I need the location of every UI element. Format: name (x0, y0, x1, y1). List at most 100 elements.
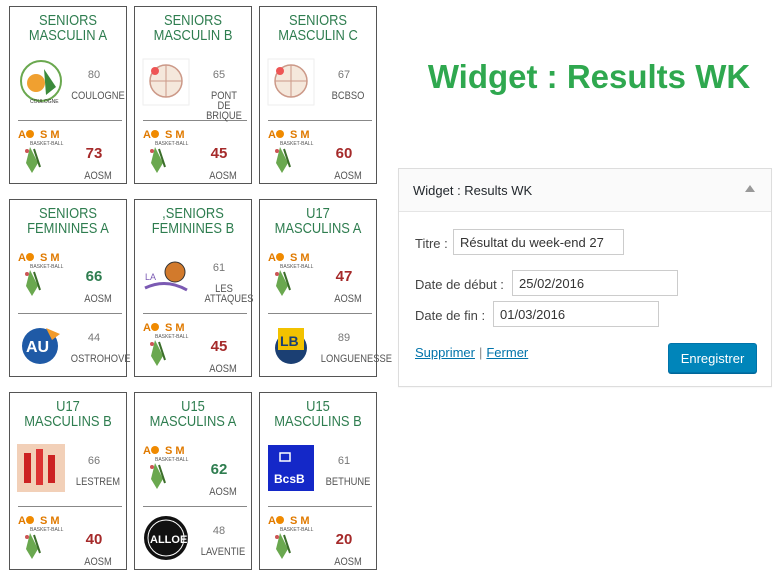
svg-text:S M: S M (40, 129, 60, 141)
svg-text:S M: S M (290, 129, 310, 141)
team-name: AOSM (209, 486, 237, 498)
team-row: A S M BASKET-BALL 45 AOSM (135, 127, 251, 187)
longuenesse-logo-icon: LB (266, 320, 316, 370)
card-title: SENIORS MASCULIN C (278, 12, 358, 44)
svg-text:S M: S M (165, 445, 185, 457)
result-card: SENIORS FEMININES A A S M BASKET-BALL 66 AOSM… (9, 199, 131, 380)
widget-header[interactable]: Widget : Results WK (399, 169, 771, 212)
card-title: U17 MASCULINS A (274, 205, 362, 237)
svg-text:A: A (268, 515, 276, 527)
card-separator (268, 120, 372, 121)
team-name: OSTROHOVE (70, 353, 131, 365)
team-score: 45 (210, 338, 228, 355)
start-date-input[interactable]: 25/02/2016 (512, 270, 678, 296)
close-link[interactable]: Fermer (486, 345, 528, 360)
page-title: Widget : Results WK (427, 58, 751, 95)
save-button[interactable]: Enregistrer (668, 343, 757, 373)
aosm-logo-icon: A S M BASKET-BALL (266, 250, 316, 300)
end-date-input[interactable]: 01/03/2016 (493, 301, 659, 327)
team-row: 66 LESTREM (10, 443, 126, 503)
team-row: LB 89 LONGUENESSE (260, 320, 392, 380)
team-name: AOSM (209, 170, 237, 182)
link-separator: | (478, 345, 483, 360)
delete-link[interactable]: Supprimer (415, 345, 475, 360)
svg-text:A: A (18, 252, 26, 264)
svg-text:BASKET-BALL: BASKET-BALL (280, 264, 314, 270)
card-title: ,SENIORS FEMININES B (151, 205, 235, 237)
svg-text:S M: S M (290, 515, 310, 527)
team-name: BCBSO (331, 90, 365, 102)
svg-text:AU: AU (26, 339, 49, 356)
team-score: 80 (87, 69, 101, 81)
card-separator (268, 313, 372, 314)
title-input[interactable]: Résultat du week-end 27 (453, 229, 624, 255)
svg-text:S M: S M (165, 129, 185, 141)
card-separator (143, 313, 247, 314)
team-name: AOSM (334, 556, 362, 568)
team-score: 66 (85, 268, 103, 285)
team-name: LONGUENESSE (320, 353, 392, 365)
svg-text:BcsB: BcsB (274, 472, 305, 486)
team-score: 61 (212, 262, 226, 274)
team-row: A S M BASKET-BALL 62 AOSM (135, 443, 251, 503)
team-score: 66 (87, 455, 101, 467)
card-title: SENIORS MASCULIN A (28, 12, 108, 44)
team-name: LES ATTAQUES (204, 283, 254, 305)
svg-text:A: A (268, 252, 276, 264)
team-row: BcsB 61 BETHUNE (260, 443, 376, 503)
team-score: 44 (87, 332, 101, 344)
aosm-logo-icon: A S M BASKET-BALL (141, 320, 191, 370)
team-name: AOSM (84, 170, 112, 182)
collapse-arrow-icon[interactable] (745, 185, 755, 192)
team-row: LA 61 LES ATTAQUES (135, 250, 254, 310)
aosm-logo-icon: A S M BASKET-BALL (141, 127, 191, 177)
team-score: 62 (210, 461, 228, 478)
end-date-label: Date de fin : (415, 308, 486, 323)
svg-text:BASKET-BALL: BASKET-BALL (155, 334, 189, 340)
title-label: Titre : (415, 236, 448, 251)
svg-text:BASKET-BALL: BASKET-BALL (155, 141, 189, 147)
result-card: SENIORS MASCULIN C 67 BCBSO A S M BASKET-BALL… (259, 6, 377, 184)
team-score: 89 (337, 332, 351, 344)
team-score: 65 (212, 69, 226, 81)
result-card: ,SENIORS FEMININES B LA 61 LES ATTAQUES A S M… (134, 199, 254, 380)
svg-text:LB: LB (280, 333, 299, 349)
pont-de-brique-logo-icon (141, 57, 191, 107)
card-separator (18, 506, 122, 507)
result-card: SENIORS MASCULIN B 65 PONT DE BRIQUE A S M BA… (134, 6, 252, 184)
team-row: A S M BASKET-BALL 45 AOSM (135, 320, 251, 380)
coulogne-logo-icon: COULOGNE (16, 57, 66, 107)
card-separator (268, 506, 372, 507)
svg-text:A: A (143, 445, 151, 457)
team-row: A S M BASKET-BALL 20 AOSM (260, 513, 376, 573)
card-separator (143, 506, 247, 507)
team-row: COULOGNE 80 COULOGNE (10, 57, 126, 117)
svg-text:BASKET-BALL: BASKET-BALL (30, 264, 64, 270)
card-title: U15 MASCULINS A (149, 398, 237, 430)
aosm-logo-icon: A S M BASKET-BALL (266, 127, 316, 177)
laventie-logo-icon: ALLOEU (141, 513, 195, 563)
team-name: BETHUNE (325, 476, 371, 488)
svg-text:BASKET-BALL: BASKET-BALL (30, 141, 64, 147)
svg-text:BASKET-BALL: BASKET-BALL (155, 457, 189, 463)
team-row: AU 44 OSTROHOVE (10, 320, 131, 380)
svg-text:S M: S M (165, 322, 185, 334)
svg-text:A: A (18, 515, 26, 527)
aosm-logo-icon: A S M BASKET-BALL (16, 127, 66, 177)
team-name: COULOGNE (71, 90, 125, 102)
team-score: 73 (85, 145, 103, 162)
svg-text:BASKET-BALL: BASKET-BALL (280, 141, 314, 147)
team-row: A S M BASKET-BALL 47 AOSM (260, 250, 376, 310)
team-name: AOSM (209, 363, 237, 375)
ostrohove-logo-icon: AU (16, 320, 66, 370)
card-separator (18, 313, 122, 314)
team-score: 45 (210, 145, 228, 162)
svg-text:S M: S M (290, 252, 310, 264)
svg-text:BASKET-BALL: BASKET-BALL (30, 527, 64, 533)
svg-text:S M: S M (40, 515, 60, 527)
svg-text:LA: LA (145, 272, 156, 282)
svg-text:A: A (268, 129, 276, 141)
team-score: 40 (85, 531, 103, 548)
svg-text:S M: S M (40, 252, 60, 264)
result-card: U15 MASCULINS A A S M BASKET-BALL 62 AOSM ALLO… (134, 392, 252, 570)
